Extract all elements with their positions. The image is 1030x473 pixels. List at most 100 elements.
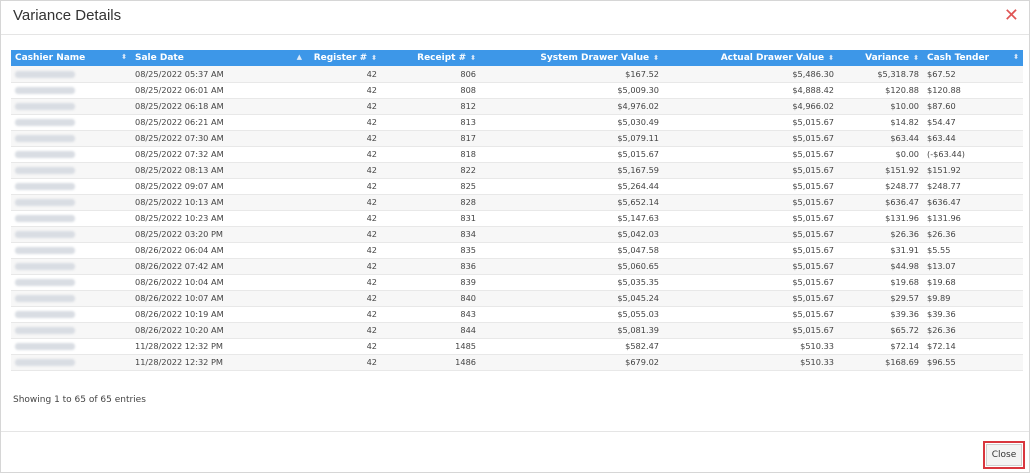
redacted-name: [15, 359, 75, 366]
cell-cash-tender: $26.36: [923, 226, 1023, 243]
cell-receipt: 828: [381, 194, 480, 211]
table-row[interactable]: 08/25/2022 07:30 AM 42 817 $5,079.11 $5,015.…: [11, 130, 1023, 147]
sort-icon: ⬍: [913, 54, 919, 62]
cell-cashier-name: [11, 274, 131, 291]
cell-register: 42: [306, 354, 381, 371]
cell-cash-tender: $131.96: [923, 210, 1023, 227]
cell-actual-drawer-value: $5,015.67: [663, 306, 838, 323]
cell-register: 42: [306, 114, 381, 131]
cell-sale-date: 08/26/2022 06:04 AM: [131, 242, 306, 259]
redacted-name: [15, 151, 75, 158]
header-sale-date[interactable]: Sale Date ▲: [131, 50, 306, 66]
cell-receipt: 836: [381, 258, 480, 275]
cell-variance: $72.14: [838, 338, 923, 355]
cell-register: 42: [306, 258, 381, 275]
table-row[interactable]: 08/26/2022 10:07 AM 42 840 $5,045.24 $5,015.…: [11, 290, 1023, 307]
table-row[interactable]: 08/25/2022 06:01 AM 42 808 $5,009.30 $4,888.…: [11, 82, 1023, 99]
table-row[interactable]: 08/26/2022 07:42 AM 42 836 $5,060.65 $5,015.…: [11, 258, 1023, 275]
table-row[interactable]: 08/25/2022 07:32 AM 42 818 $5,015.67 $5,015.…: [11, 146, 1023, 163]
table-row[interactable]: 08/25/2022 06:21 AM 42 813 $5,030.49 $5,015.…: [11, 114, 1023, 131]
cell-cash-tender: $248.77: [923, 178, 1023, 195]
cell-variance: $44.98: [838, 258, 923, 275]
cell-sale-date: 08/25/2022 10:13 AM: [131, 194, 306, 211]
cell-register: 42: [306, 66, 381, 83]
cell-actual-drawer-value: $5,486.30: [663, 66, 838, 83]
cell-cashier-name: [11, 146, 131, 163]
cell-variance: $63.44: [838, 130, 923, 147]
table-row[interactable]: 08/25/2022 09:07 AM 42 825 $5,264.44 $5,015.…: [11, 178, 1023, 195]
footer-divider: [1, 431, 1029, 432]
cell-system-drawer-value: $5,081.39: [480, 322, 663, 339]
close-button[interactable]: Close: [986, 444, 1022, 466]
cell-variance: $14.82: [838, 114, 923, 131]
cell-system-drawer-value: $5,167.59: [480, 162, 663, 179]
table-row[interactable]: 08/26/2022 10:19 AM 42 843 $5,055.03 $5,015.…: [11, 306, 1023, 323]
cell-register: 42: [306, 146, 381, 163]
cell-variance: $120.88: [838, 82, 923, 99]
cell-cashier-name: [11, 162, 131, 179]
cell-sale-date: 11/28/2022 12:32 PM: [131, 338, 306, 355]
header-actual-drawer-value[interactable]: Actual Drawer Value ⬍: [663, 50, 838, 66]
redacted-name: [15, 327, 75, 334]
cell-variance: $39.36: [838, 306, 923, 323]
table-row[interactable]: 08/26/2022 10:20 AM 42 844 $5,081.39 $5,015.…: [11, 322, 1023, 339]
cell-cashier-name: [11, 322, 131, 339]
cell-system-drawer-value: $582.47: [480, 338, 663, 355]
close-icon[interactable]: ✕: [1004, 6, 1019, 24]
modal-title: Variance Details: [13, 7, 122, 24]
cell-receipt: 822: [381, 162, 480, 179]
variance-table-container[interactable]: Cashier Name ⬍ Sale Date ▲ Register # ⬍ Rec…: [11, 50, 1025, 379]
cell-system-drawer-value: $5,047.58: [480, 242, 663, 259]
cell-variance: $10.00: [838, 98, 923, 115]
redacted-name: [15, 311, 75, 318]
cell-cashier-name: [11, 210, 131, 227]
cell-register: 42: [306, 242, 381, 259]
table-row[interactable]: 08/25/2022 10:13 AM 42 828 $5,652.14 $5,015.…: [11, 194, 1023, 211]
table-row[interactable]: 08/25/2022 03:20 PM 42 834 $5,042.03 $5,015.…: [11, 226, 1023, 243]
header-cashier-name[interactable]: Cashier Name ⬍: [11, 50, 131, 66]
header-receipt[interactable]: Receipt # ⬍: [381, 50, 480, 66]
cell-sale-date: 08/25/2022 09:07 AM: [131, 178, 306, 195]
cell-actual-drawer-value: $5,015.67: [663, 258, 838, 275]
table-row[interactable]: 08/25/2022 08:13 AM 42 822 $5,167.59 $5,015.…: [11, 162, 1023, 179]
cell-cash-tender: $636.47: [923, 194, 1023, 211]
cell-system-drawer-value: $5,042.03: [480, 226, 663, 243]
cell-cashier-name: [11, 306, 131, 323]
cell-system-drawer-value: $5,030.49: [480, 114, 663, 131]
sort-icon: ⬍: [653, 54, 659, 62]
cell-actual-drawer-value: $5,015.67: [663, 178, 838, 195]
header-register[interactable]: Register # ⬍: [306, 50, 381, 66]
table-row[interactable]: 08/26/2022 10:04 AM 42 839 $5,035.35 $5,015.…: [11, 274, 1023, 291]
cell-sale-date: 08/25/2022 06:01 AM: [131, 82, 306, 99]
redacted-name: [15, 215, 75, 222]
table-row[interactable]: 08/26/2022 06:04 AM 42 835 $5,047.58 $5,015.…: [11, 242, 1023, 259]
cell-sale-date: 08/25/2022 06:18 AM: [131, 98, 306, 115]
cell-receipt: 817: [381, 130, 480, 147]
cell-actual-drawer-value: $5,015.67: [663, 146, 838, 163]
cell-cashier-name: [11, 290, 131, 307]
table-row[interactable]: 08/25/2022 05:37 AM 42 806 $167.52 $5,486.30…: [11, 66, 1023, 83]
header-cash-tender[interactable]: Cash Tender ⬍: [923, 50, 1023, 66]
cell-system-drawer-value: $167.52: [480, 66, 663, 83]
header-system-drawer-value[interactable]: System Drawer Value ⬍: [480, 50, 663, 66]
variance-details-modal: Variance Details ✕ Cashier Name ⬍ Sale Da…: [0, 0, 1030, 473]
table-row[interactable]: 08/25/2022 06:18 AM 42 812 $4,976.02 $4,966.…: [11, 98, 1023, 115]
cell-cash-tender: $72.14: [923, 338, 1023, 355]
cell-cashier-name: [11, 258, 131, 275]
cell-cash-tender: $9.89: [923, 290, 1023, 307]
table-row[interactable]: 11/28/2022 12:32 PM 42 1485 $582.47 $510.33 $…: [11, 338, 1023, 355]
cell-sale-date: 08/25/2022 10:23 AM: [131, 210, 306, 227]
table-row[interactable]: 08/25/2022 10:23 AM 42 831 $5,147.63 $5,015.…: [11, 210, 1023, 227]
cell-cashier-name: [11, 66, 131, 83]
sort-icon: ⬍: [1013, 53, 1019, 61]
cell-cashier-name: [11, 354, 131, 371]
cell-receipt: 1486: [381, 354, 480, 371]
cell-system-drawer-value: $4,976.02: [480, 98, 663, 115]
cell-cashier-name: [11, 130, 131, 147]
cell-system-drawer-value: $5,035.35: [480, 274, 663, 291]
cell-system-drawer-value: $5,045.24: [480, 290, 663, 307]
table-row[interactable]: 11/28/2022 12:32 PM 42 1486 $679.02 $510.33 $…: [11, 354, 1023, 371]
header-variance[interactable]: Variance ⬍: [838, 50, 923, 66]
redacted-name: [15, 295, 75, 302]
cell-sale-date: 08/26/2022 07:42 AM: [131, 258, 306, 275]
